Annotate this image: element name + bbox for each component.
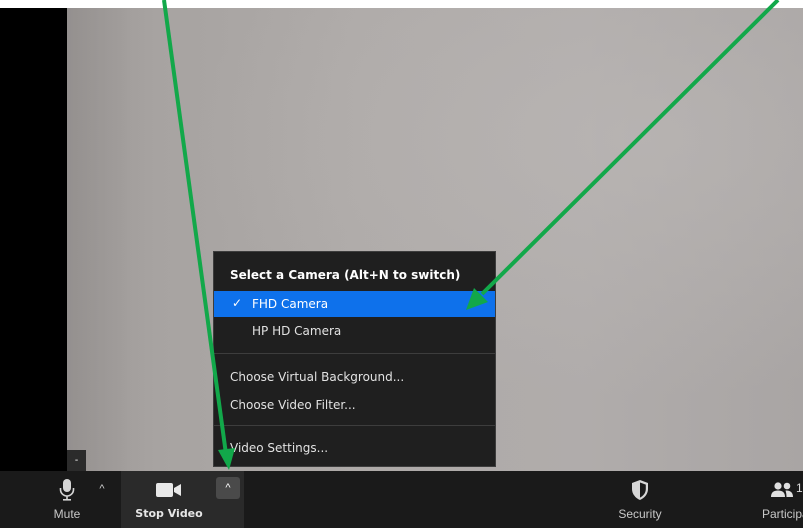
menu-item-fhd-camera[interactable]: ✓ FHD Camera bbox=[214, 291, 495, 317]
microphone-icon bbox=[59, 479, 75, 501]
participants-count: 1 bbox=[796, 481, 803, 495]
stop-video-button[interactable]: Stop Video bbox=[130, 471, 208, 528]
audio-options-caret-icon[interactable]: ^ bbox=[94, 481, 110, 497]
people-icon bbox=[770, 479, 796, 501]
menu-item-hp-hd-camera[interactable]: HP HD Camera bbox=[214, 318, 495, 344]
checkmark-icon: ✓ bbox=[232, 296, 243, 310]
video-options-caret-icon[interactable]: ^ bbox=[216, 477, 240, 499]
menu-item-label: Choose Virtual Background... bbox=[230, 370, 405, 384]
participants-label: Participants bbox=[762, 507, 803, 521]
security-button[interactable]: Security bbox=[612, 471, 668, 528]
stop-video-label: Stop Video bbox=[135, 507, 203, 520]
menu-item-label: HP HD Camera bbox=[252, 324, 342, 338]
menu-item-video-filter[interactable]: Choose Video Filter... bbox=[214, 392, 495, 418]
meeting-toolbar: Mute ^ Stop Video ^ Security Particip 1 bbox=[0, 471, 803, 528]
video-camera-icon bbox=[156, 479, 182, 501]
menu-divider bbox=[214, 425, 495, 426]
mute-label: Mute bbox=[53, 507, 81, 521]
menu-item-label: FHD Camera bbox=[252, 297, 329, 311]
menu-divider bbox=[214, 353, 495, 354]
left-black-bar bbox=[0, 8, 67, 471]
shield-icon bbox=[631, 479, 649, 501]
zoom-meeting-screen: - Select a Camera (Alt+N to switch) ✓ FH… bbox=[0, 0, 803, 528]
menu-item-virtual-background[interactable]: Choose Virtual Background... bbox=[214, 364, 495, 390]
collapse-video-tab[interactable]: - bbox=[67, 450, 86, 471]
wall-shadow bbox=[67, 8, 127, 471]
menu-header: Select a Camera (Alt+N to switch) bbox=[230, 268, 461, 282]
menu-item-video-settings[interactable]: Video Settings... bbox=[214, 435, 495, 461]
menu-item-label: Choose Video Filter... bbox=[230, 398, 356, 412]
participants-button[interactable]: Participants bbox=[760, 471, 803, 528]
security-label: Security bbox=[618, 507, 662, 521]
mute-button[interactable]: Mute bbox=[42, 471, 92, 528]
menu-item-label: Video Settings... bbox=[230, 441, 329, 455]
camera-select-menu: Select a Camera (Alt+N to switch) ✓ FHD … bbox=[213, 251, 496, 467]
